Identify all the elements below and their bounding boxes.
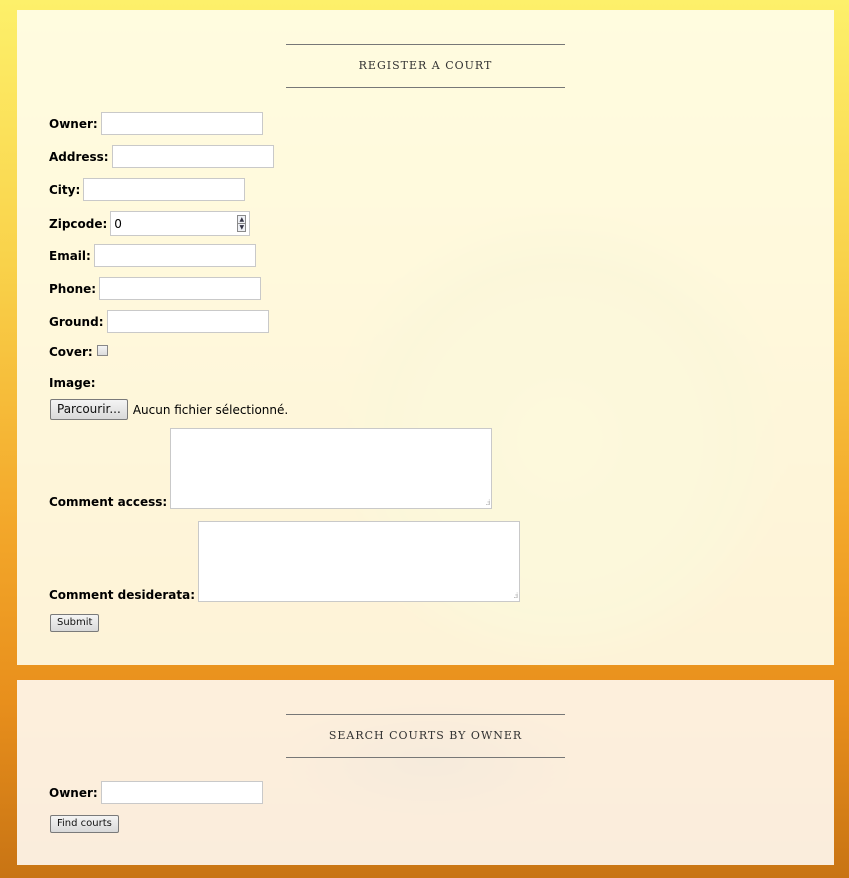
register-court-title: REGISTER A COURT — [286, 44, 565, 88]
cover-field: Cover: — [49, 344, 108, 359]
spin-up-icon[interactable]: ▲ — [238, 216, 245, 223]
address-input[interactable] — [111, 145, 274, 168]
comment-desiderata-label: Comment desiderata: — [49, 588, 196, 602]
phone-label: Phone: — [49, 281, 97, 296]
zipcode-value: 0 — [114, 216, 122, 231]
ground-input[interactable] — [106, 310, 269, 333]
cover-checkbox[interactable] — [96, 344, 108, 356]
submit-button[interactable]: Submit — [50, 614, 100, 632]
zipcode-spinner[interactable]: ▲ ▼ — [237, 215, 247, 232]
search-courts-panel: SEARCH COURTS BY OWNER Owner: Find court… — [17, 680, 834, 865]
file-upload: Parcourir... Aucun fichier sélectionné. — [50, 399, 288, 420]
email-input[interactable] — [93, 244, 256, 267]
zipcode-input[interactable]: 0 ▲ ▼ — [110, 211, 251, 236]
register-court-panel: REGISTER A COURT Owner: Address: City: Z… — [17, 10, 834, 665]
city-input[interactable] — [83, 178, 246, 201]
city-label: City: — [49, 182, 81, 197]
image-field: Image: — [49, 376, 99, 390]
file-status-text: Aucun fichier sélectionné. — [132, 402, 289, 417]
resize-grip-icon[interactable]: .:i — [513, 592, 517, 600]
search-owner-field: Owner: — [49, 781, 263, 804]
comment-desiderata-field: Comment desiderata: .:i — [49, 521, 521, 602]
image-label: Image: — [49, 376, 96, 390]
owner-input[interactable] — [100, 112, 263, 135]
zipcode-field: Zipcode: 0 ▲ ▼ — [49, 211, 251, 236]
owner-field: Owner: — [49, 112, 263, 135]
find-courts-button[interactable]: Find courts — [50, 815, 119, 833]
search-owner-input[interactable] — [100, 781, 263, 804]
address-field: Address: — [49, 145, 274, 168]
search-courts-title: SEARCH COURTS BY OWNER — [286, 714, 565, 758]
comment-access-field: Comment access: .:i — [49, 428, 493, 509]
ground-field: Ground: — [49, 310, 269, 333]
comment-access-label: Comment access: — [49, 495, 168, 509]
email-field: Email: — [49, 244, 256, 267]
zipcode-label: Zipcode: — [49, 216, 108, 231]
cover-label: Cover: — [49, 345, 93, 359]
spin-down-icon[interactable]: ▼ — [238, 223, 246, 231]
search-owner-label: Owner: — [49, 785, 98, 800]
comment-desiderata-textarea[interactable]: .:i — [198, 521, 521, 602]
phone-field: Phone: — [49, 277, 262, 300]
find-courts-row: Find courts — [50, 815, 119, 833]
owner-label: Owner: — [49, 116, 98, 131]
ground-label: Ground: — [49, 314, 104, 329]
email-label: Email: — [49, 248, 91, 263]
resize-grip-icon[interactable]: .:i — [486, 499, 490, 507]
address-label: Address: — [49, 149, 109, 164]
phone-input[interactable] — [99, 277, 262, 300]
comment-access-textarea[interactable]: .:i — [170, 428, 493, 509]
submit-row: Submit — [50, 614, 100, 632]
city-field: City: — [49, 178, 246, 201]
browse-button[interactable]: Parcourir... — [50, 399, 128, 420]
